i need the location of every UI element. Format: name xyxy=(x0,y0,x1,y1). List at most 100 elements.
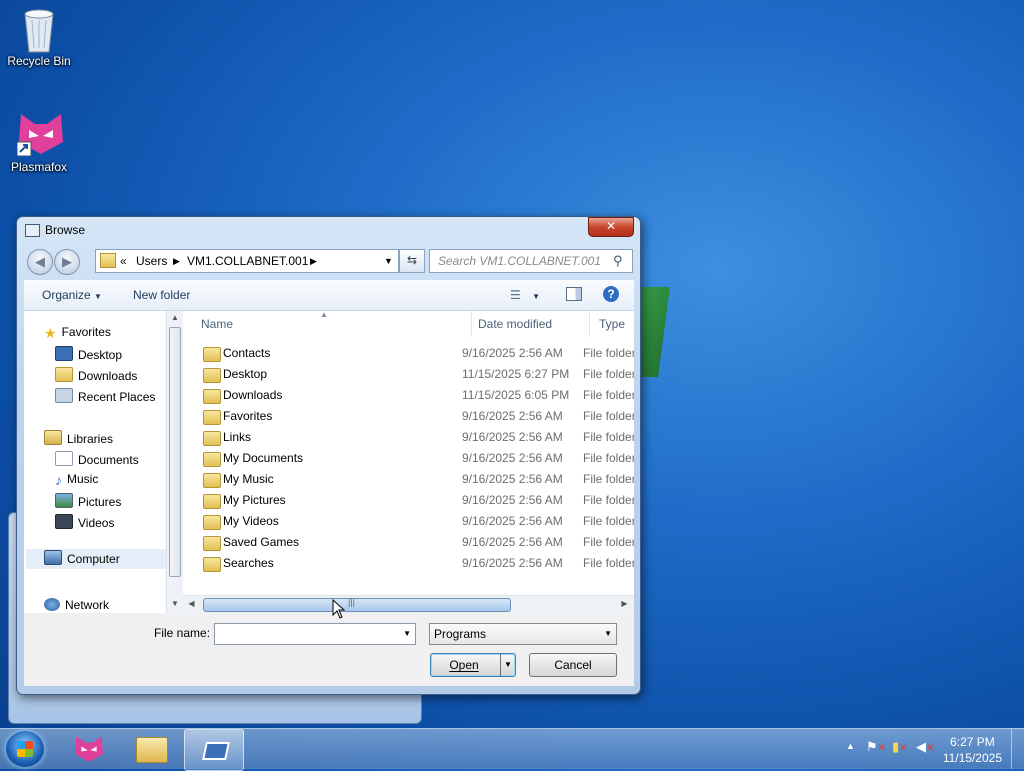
open-label: Open xyxy=(449,658,479,672)
open-split-dropdown-icon[interactable]: ▼ xyxy=(500,654,515,676)
star-icon: ★ xyxy=(44,325,57,341)
address-bar[interactable]: « Users ▶ VM1.COLLABNET.001 ▶ ▼ xyxy=(95,249,399,273)
file-row[interactable]: Favorites 9/16/2025 2:56 AM File folder xyxy=(183,406,634,427)
nav-videos[interactable]: Videos xyxy=(55,514,114,530)
new-folder-button[interactable]: New folder xyxy=(133,288,190,302)
command-toolbar: Organize ▼ New folder ☰ ▼ ? xyxy=(24,280,634,311)
network-status-icon[interactable]: ▮✕ xyxy=(892,739,908,755)
nav-recent-places[interactable]: Recent Places xyxy=(55,388,155,404)
view-options-button[interactable]: ☰ ▼ xyxy=(510,288,540,302)
address-dropdown-icon[interactable]: ▼ xyxy=(384,256,393,266)
desktop-icon-recycle-bin[interactable]: Recycle Bin xyxy=(4,6,74,68)
navigation-pane-scrollbar[interactable]: ▲ ▼ xyxy=(166,311,183,613)
nav-label: Favorites xyxy=(61,325,111,339)
nav-label: Network xyxy=(65,598,110,612)
nav-label: Pictures xyxy=(78,495,122,509)
breadcrumb-overflow[interactable]: « xyxy=(120,254,127,268)
scroll-thumb[interactable] xyxy=(169,327,181,577)
scroll-right-icon[interactable]: ▶ xyxy=(617,597,632,611)
desktop-icon-label: Plasmafox xyxy=(10,160,68,174)
desktop-icon xyxy=(55,346,73,361)
file-row[interactable]: Contacts 9/16/2025 2:56 AM File folder xyxy=(183,343,634,364)
organize-button[interactable]: Organize ▼ xyxy=(42,288,102,302)
back-button[interactable]: ◀ xyxy=(27,249,53,275)
breadcrumb-users[interactable]: Users xyxy=(136,254,167,268)
chevron-down-icon: ▼ xyxy=(532,292,541,301)
folder-icon xyxy=(136,737,168,763)
scroll-left-icon[interactable]: ◀ xyxy=(184,597,199,611)
file-name: My Pictures xyxy=(223,493,286,507)
file-row[interactable]: My Music 9/16/2025 2:56 AM File folder xyxy=(183,469,634,490)
file-type: File folder xyxy=(583,493,634,507)
search-input[interactable]: Search VM1.COLLABNET.001 ⚲ xyxy=(429,249,633,273)
folder-icon xyxy=(203,557,221,572)
file-row[interactable]: Saved Games 9/16/2025 2:56 AM File folder xyxy=(183,532,634,553)
scroll-thumb[interactable]: ||| xyxy=(203,597,511,612)
help-icon[interactable]: ? xyxy=(603,286,619,302)
scroll-up-icon: ▲ xyxy=(171,313,179,322)
taskbar-active-window[interactable] xyxy=(184,729,244,771)
close-button[interactable]: ✕ xyxy=(588,217,634,237)
nav-documents[interactable]: Documents xyxy=(55,451,139,467)
file-date: 9/16/2025 2:56 AM xyxy=(462,346,563,360)
browse-dialog: Browse ✕ ◀ ▶ « Users ▶ VM1.COLLABNET.001… xyxy=(16,216,641,695)
file-row[interactable]: Searches 9/16/2025 2:56 AM File folder xyxy=(183,553,634,574)
search-placeholder: Search VM1.COLLABNET.001 xyxy=(438,254,601,268)
search-icon: ⚲ xyxy=(613,253,623,268)
cancel-button[interactable]: Cancel xyxy=(529,653,617,677)
folder-icon xyxy=(203,347,221,362)
breadcrumb-user-folder[interactable]: VM1.COLLABNET.001 xyxy=(187,254,308,268)
file-row[interactable]: Desktop 11/15/2025 6:27 PM File folder xyxy=(183,364,634,385)
nav-downloads[interactable]: Downloads xyxy=(55,367,137,383)
file-name-input[interactable]: ▼ xyxy=(214,623,416,645)
file-row[interactable]: Links 9/16/2025 2:56 AM File folder xyxy=(183,427,634,448)
file-type: File folder xyxy=(583,367,634,381)
file-type: File folder xyxy=(583,514,634,528)
file-type: File folder xyxy=(583,472,634,486)
taskbar-plasmafox[interactable] xyxy=(62,729,118,769)
file-name: Saved Games xyxy=(223,535,300,549)
nav-libraries[interactable]: Libraries xyxy=(44,430,113,446)
column-label: Type xyxy=(599,317,626,331)
chevron-down-icon: ▼ xyxy=(94,292,102,301)
start-button[interactable] xyxy=(6,731,44,767)
taskbar-clock[interactable]: 6:27 PM 11/15/2025 xyxy=(943,734,1002,766)
open-button[interactable]: Open ▼ xyxy=(430,653,516,677)
sort-ascending-icon: ▲ xyxy=(320,311,328,319)
file-row[interactable]: Downloads 11/15/2025 6:05 PM File folder xyxy=(183,385,634,406)
recycle-bin-icon xyxy=(17,6,61,53)
action-center-icon[interactable]: ⚑✕ xyxy=(866,739,886,755)
file-row[interactable]: My Documents 9/16/2025 2:56 AM File folder xyxy=(183,448,634,469)
file-date: 9/16/2025 2:56 AM xyxy=(462,493,563,507)
file-row[interactable]: My Videos 9/16/2025 2:56 AM File folder xyxy=(183,511,634,532)
column-header-name[interactable]: Name ▲ xyxy=(183,311,472,337)
nav-favorites[interactable]: ★ Favorites xyxy=(44,325,111,342)
file-list-horizontal-scrollbar[interactable]: ◀ ||| ▶ xyxy=(183,595,634,613)
forward-button[interactable]: ▶ xyxy=(54,249,80,275)
grip-icon: ||| xyxy=(348,597,356,607)
nav-label: Documents xyxy=(78,453,139,467)
scroll-down-icon: ▼ xyxy=(171,599,179,608)
refresh-button[interactable]: ⇆ xyxy=(399,249,425,273)
preview-pane-icon[interactable] xyxy=(566,287,582,301)
taskbar-explorer[interactable] xyxy=(124,729,180,769)
nav-desktop[interactable]: Desktop xyxy=(55,346,122,362)
file-date: 9/16/2025 2:56 AM xyxy=(462,409,563,423)
volume-muted-icon[interactable]: ◀✕ xyxy=(916,739,934,755)
show-desktop-button[interactable] xyxy=(1011,729,1024,769)
nav-computer[interactable]: Computer xyxy=(26,549,184,569)
nav-pictures[interactable]: Pictures xyxy=(55,493,121,509)
file-type-select[interactable]: Programs ▼ xyxy=(429,623,617,645)
show-hidden-icons-icon[interactable]: ▲ xyxy=(846,741,855,751)
column-header-date[interactable]: Date modified xyxy=(472,311,590,337)
file-date: 9/16/2025 2:56 AM xyxy=(462,556,563,570)
file-name: Contacts xyxy=(223,346,271,360)
column-header-type[interactable]: Type xyxy=(593,311,634,337)
file-date: 11/15/2025 6:05 PM xyxy=(462,388,570,402)
nav-network[interactable]: Network xyxy=(44,598,109,612)
nav-music[interactable]: ♪ Music xyxy=(55,472,98,488)
nav-label: Recent Places xyxy=(78,390,156,404)
file-row[interactable]: My Pictures 9/16/2025 2:56 AM File folder xyxy=(183,490,634,511)
desktop-icon-plasmafox[interactable]: Plasmafox xyxy=(4,112,74,174)
mouse-cursor-icon xyxy=(332,599,345,619)
